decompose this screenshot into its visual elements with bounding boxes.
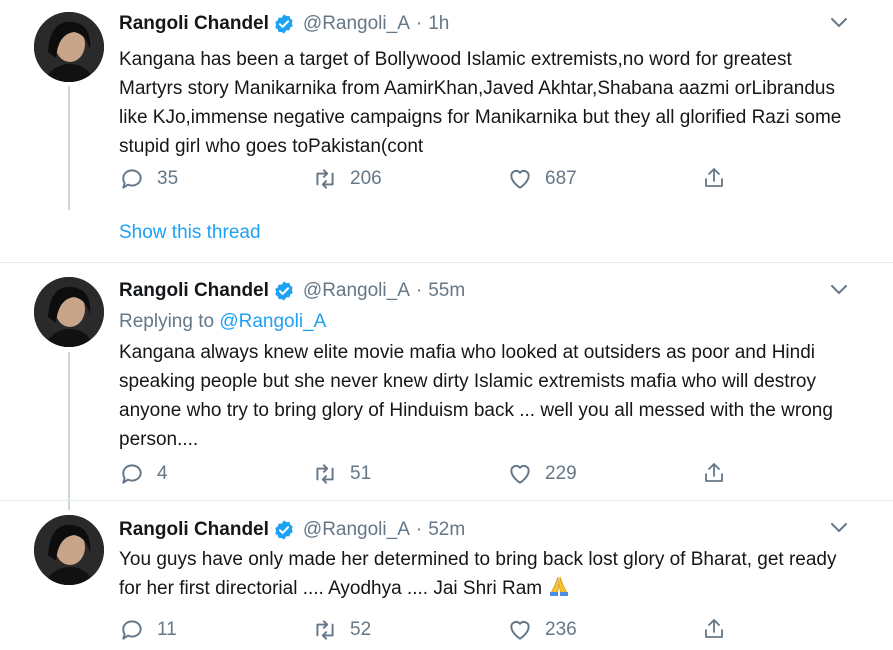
heart-icon (510, 620, 530, 640)
reply-count: 11 (157, 619, 177, 640)
reply-count: 4 (157, 463, 168, 484)
chevron-down-icon[interactable] (829, 521, 849, 535)
heart-icon (510, 464, 530, 484)
avatar[interactable] (34, 515, 104, 585)
retweet-button[interactable]: 52 (312, 616, 371, 644)
tweet-text: Kangana always knew elite movie mafia wh… (119, 342, 833, 450)
separator-dot: · (415, 519, 423, 540)
like-count: 229 (545, 463, 577, 484)
user-handle[interactable]: @Rangoli_A (303, 13, 410, 35)
folded-hands-emoji (550, 576, 569, 596)
like-count: 236 (545, 619, 577, 640)
tweet-3[interactable]: Rangoli Chandel @Rangoli_A · 52m You guy… (0, 501, 893, 650)
retweet-icon (316, 169, 334, 189)
tweet-header: Rangoli Chandel @Rangoli_A · 55m (119, 277, 465, 305)
verified-badge-icon (275, 14, 293, 34)
share-icon[interactable] (702, 616, 726, 642)
retweet-button[interactable]: 206 (312, 165, 382, 193)
tweet-actions: 11 52 236 (119, 616, 739, 644)
retweet-icon (316, 464, 334, 484)
avatar[interactable] (34, 12, 104, 82)
chevron-down-icon[interactable] (829, 283, 849, 297)
tweet-text: You guys have only made her determined t… (119, 545, 859, 603)
tweet-actions: 4 51 229 (119, 460, 739, 488)
avatar[interactable] (34, 277, 104, 347)
display-name[interactable]: Rangoli Chandel (119, 519, 269, 541)
user-handle[interactable]: @Rangoli_A (303, 280, 410, 302)
replying-label: Replying to (119, 311, 215, 332)
tweet-actions: 35 206 687 (119, 165, 739, 193)
retweet-button[interactable]: 51 (312, 460, 371, 488)
reply-button[interactable]: 11 (119, 616, 177, 644)
reply-icon (122, 464, 142, 484)
verified-badge-icon (275, 281, 293, 301)
like-count: 687 (545, 168, 577, 189)
separator-dot: · (415, 280, 423, 301)
reply-count: 35 (157, 168, 179, 189)
chevron-down-icon[interactable] (829, 16, 849, 30)
share-icon[interactable] (702, 165, 726, 191)
user-handle[interactable]: @Rangoli_A (303, 519, 410, 541)
tweet-text: Kangana has been a target of Bollywood I… (119, 49, 842, 157)
reply-button[interactable]: 35 (119, 165, 178, 193)
retweet-count: 51 (350, 463, 372, 484)
share-icon[interactable] (702, 460, 726, 486)
display-name[interactable]: Rangoli Chandel (119, 13, 269, 35)
like-button[interactable]: 687 (507, 165, 577, 193)
tweet-text-content: You guys have only made her determined t… (119, 549, 837, 599)
reply-icon (122, 169, 142, 189)
verified-badge-icon (275, 520, 293, 540)
tweet-header: Rangoli Chandel @Rangoli_A · 52m (119, 516, 465, 544)
show-thread-link[interactable]: Show this thread (119, 222, 261, 244)
timestamp[interactable]: 1h (428, 13, 449, 35)
tweet-2[interactable]: Rangoli Chandel @Rangoli_A · 55m Replyin… (0, 263, 893, 503)
retweet-icon (316, 620, 334, 640)
retweet-count: 206 (350, 168, 382, 189)
timestamp[interactable]: 55m (428, 280, 465, 302)
reply-button[interactable]: 4 (119, 460, 168, 488)
replying-to: Replying to @Rangoli_A (119, 311, 326, 333)
tweet-1[interactable]: Rangoli Chandel @Rangoli_A · 1h Kangana … (0, 0, 893, 260)
heart-icon (510, 169, 530, 189)
timestamp[interactable]: 52m (428, 519, 465, 541)
separator-dot: · (415, 13, 423, 34)
like-button[interactable]: 229 (507, 460, 577, 488)
like-button[interactable]: 236 (507, 616, 577, 644)
reply-icon (122, 620, 142, 640)
display-name[interactable]: Rangoli Chandel (119, 280, 269, 302)
tweet-header: Rangoli Chandel @Rangoli_A · 1h (119, 10, 449, 38)
replying-to-mention[interactable]: @Rangoli_A (219, 311, 326, 332)
retweet-count: 52 (350, 619, 372, 640)
